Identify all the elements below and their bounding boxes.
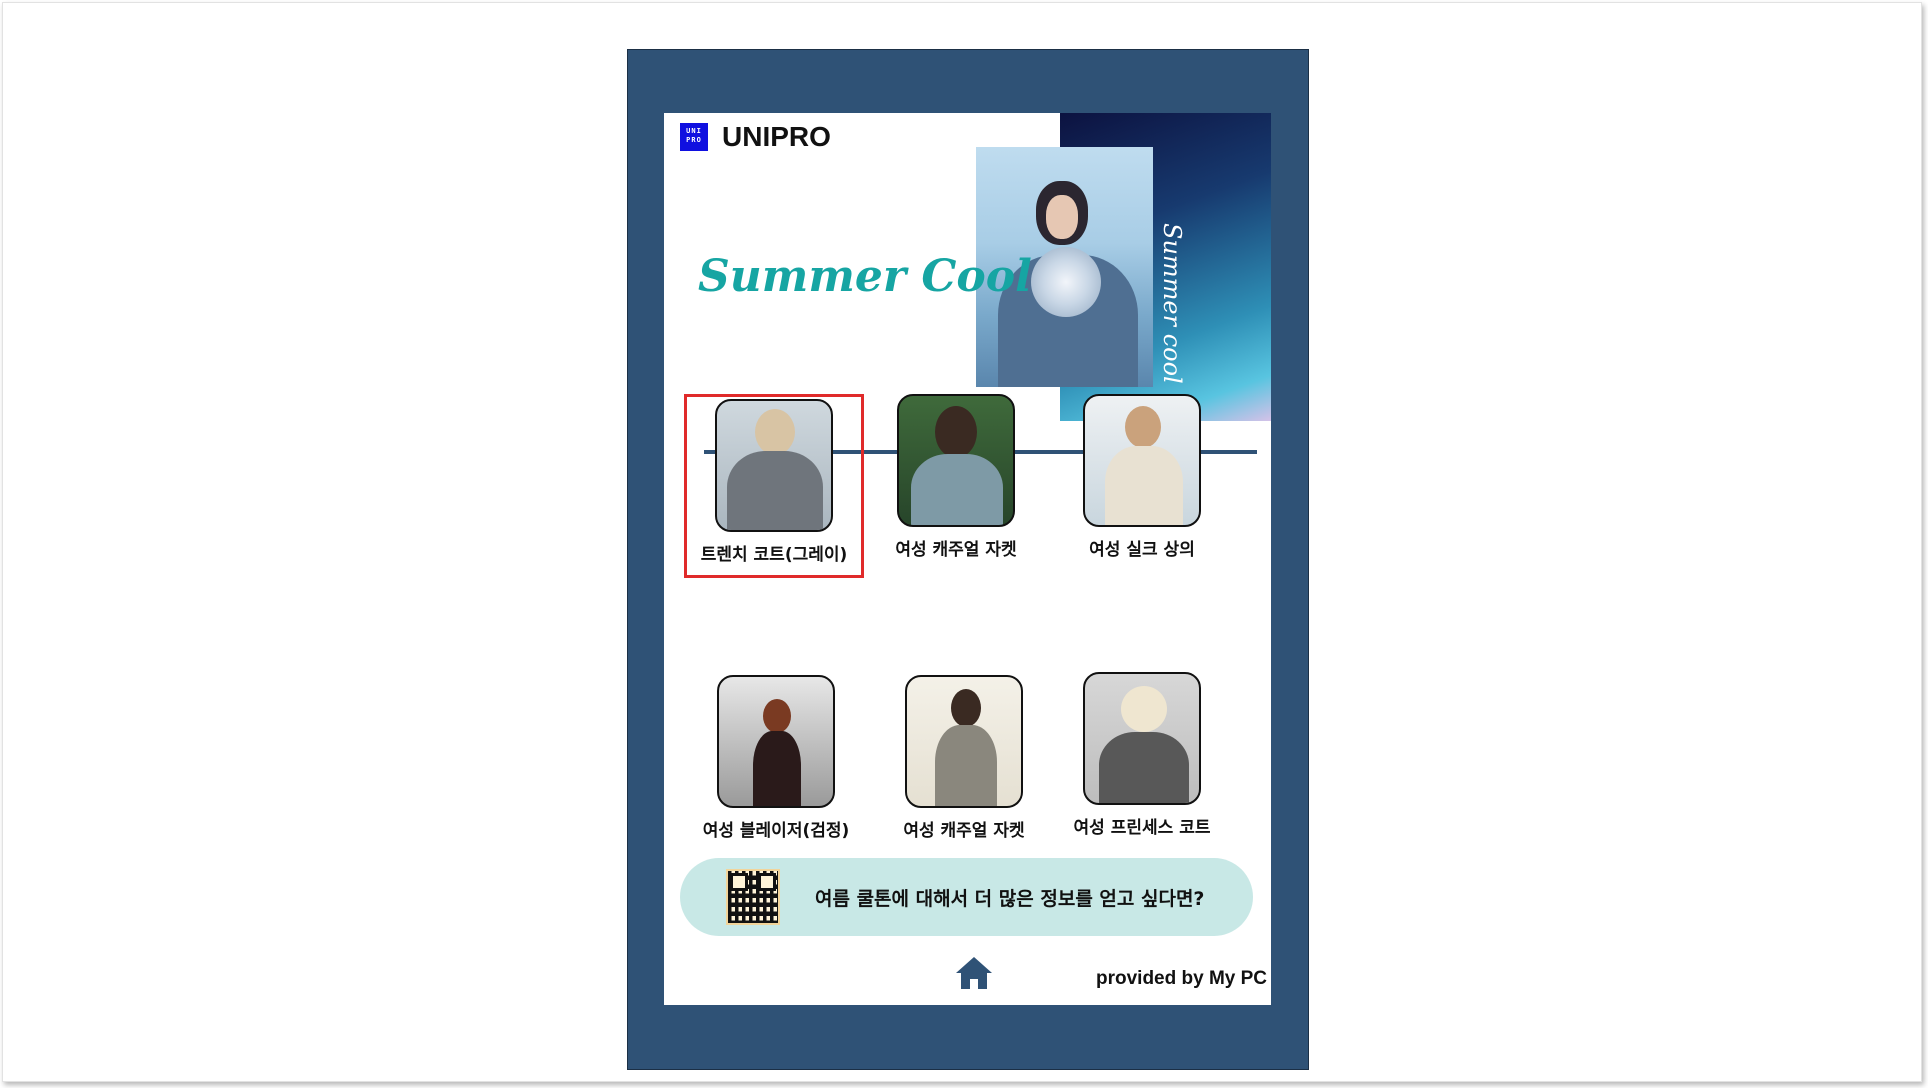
figure-head	[951, 689, 981, 727]
product-label: 트렌치 코트(그레이)	[700, 545, 848, 565]
brand-name: UNIPRO	[722, 121, 831, 152]
provided-by-text: provided by My PC	[1096, 968, 1268, 989]
figure-body	[1099, 732, 1189, 803]
product-thumbnail[interactable]	[1083, 394, 1201, 527]
product-thumbnail[interactable]	[905, 675, 1023, 808]
product-label: 여성 실크 상의	[1089, 540, 1195, 560]
figure-head	[1125, 406, 1161, 448]
kiosk-screen: UNI PRO UNIPRO Summer cool Summer Cool 트…	[664, 113, 1271, 1005]
product-card-blazer-black[interactable]: 여성 블레이저(검정)	[686, 675, 866, 841]
hero-side-text: Summer cool	[1158, 223, 1186, 384]
product-card-casual-jacket-2[interactable]: 여성 캐주얼 자켓	[874, 675, 1054, 841]
kiosk-device: UNI PRO UNIPRO Summer cool Summer Cool 트…	[627, 49, 1309, 1070]
hero-headline: Summer Cool	[698, 251, 1032, 302]
hero-photo-face	[1046, 195, 1078, 239]
info-banner[interactable]: 여름 쿨톤에 대해서 더 많은 정보를 얻고 싶다면?	[680, 858, 1253, 936]
product-thumbnail[interactable]	[1083, 672, 1201, 805]
figure-body	[911, 454, 1003, 525]
slide-frame: UNI PRO UNIPRO Summer cool Summer Cool 트…	[2, 2, 1922, 1082]
product-card-princess-coat[interactable]: 여성 프린세스 코트	[1052, 672, 1232, 838]
product-thumbnail[interactable]	[897, 394, 1015, 527]
qr-code-icon[interactable]	[726, 869, 780, 925]
product-label: 여성 캐주얼 자켓	[903, 821, 1025, 841]
brand-logo-icon: UNI PRO	[680, 123, 708, 151]
product-card-silk-top[interactable]: 여성 실크 상의	[1052, 394, 1232, 560]
figure-head	[755, 409, 795, 455]
hero-photo-flowers	[1031, 247, 1101, 317]
info-banner-text: 여름 쿨톤에 대해서 더 많은 정보를 얻고 싶다면?	[815, 888, 1205, 910]
product-label: 여성 프린세스 코트	[1073, 818, 1211, 838]
figure-body	[1105, 446, 1183, 525]
figure-body	[727, 451, 823, 530]
product-label: 여성 캐주얼 자켓	[895, 540, 1017, 560]
product-thumbnail[interactable]	[715, 399, 833, 532]
brand-logo-mark: UNI PRO	[686, 127, 702, 144]
figure-head	[1121, 686, 1167, 732]
figure-head	[935, 406, 977, 458]
figure-head	[763, 699, 791, 733]
product-thumbnail[interactable]	[717, 675, 835, 808]
home-icon[interactable]	[954, 955, 994, 991]
product-label: 여성 블레이저(검정)	[702, 821, 850, 841]
product-card-casual-jacket[interactable]: 여성 캐주얼 자켓	[866, 394, 1046, 560]
product-card-trench-coat[interactable]: 트렌치 코트(그레이)	[684, 394, 864, 578]
figure-body	[935, 725, 997, 806]
figure-body	[753, 731, 801, 806]
